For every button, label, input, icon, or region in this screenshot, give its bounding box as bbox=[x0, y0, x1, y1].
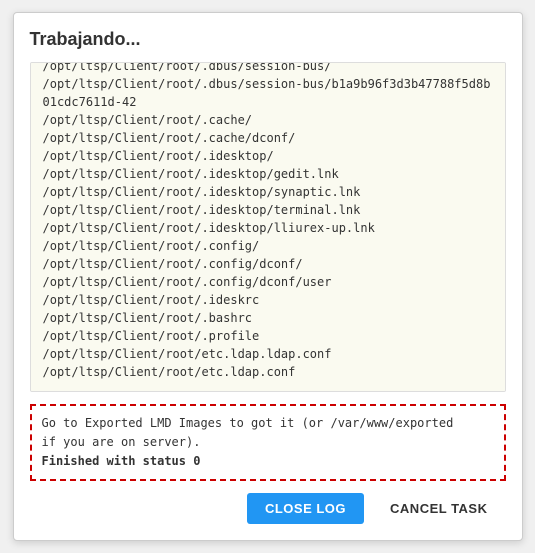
dialog-title: Trabajando... bbox=[30, 29, 506, 50]
log-line: /opt/ltsp/Client/root/etc.ldap.conf bbox=[43, 363, 493, 381]
log-line: /opt/ltsp/Client/root/.bashrc bbox=[43, 309, 493, 327]
log-line: /opt/ltsp/Client/root/.idesktop/lliurex-… bbox=[43, 219, 493, 237]
log-line: /opt/ltsp/Client/root/.ideskrc bbox=[43, 291, 493, 309]
log-line: /opt/ltsp/Client/root/.dbus/session-bus/ bbox=[43, 62, 493, 75]
log-line: /opt/ltsp/Client/root/.config/dconf/ bbox=[43, 255, 493, 273]
log-line: /opt/ltsp/Client/root/.cache/dconf/ bbox=[43, 129, 493, 147]
log-line: /opt/ltsp/Client/root/.config/ bbox=[43, 237, 493, 255]
cancel-task-button[interactable]: CANCEL TASK bbox=[372, 493, 505, 524]
log-line: /opt/ltsp/Client/root/.config/dconf/user bbox=[43, 273, 493, 291]
status-line-1: Go to Exported LMD Images to got it (or … bbox=[42, 414, 494, 433]
working-dialog: Trabajando... /opt/ltsp/Client/proc//opt… bbox=[13, 12, 523, 542]
log-line: /opt/ltsp/Client/root/.idesktop/ bbox=[43, 147, 493, 165]
log-line: /opt/ltsp/Client/root/.profile bbox=[43, 327, 493, 345]
log-line: /opt/ltsp/Client/root/etc.ldap.ldap.conf bbox=[43, 345, 493, 363]
status-line-3: Finished with status 0 bbox=[42, 452, 494, 471]
status-line-2: if you are on server). bbox=[42, 433, 494, 452]
log-line: /opt/ltsp/Client/root/.idesktop/synaptic… bbox=[43, 183, 493, 201]
close-log-button[interactable]: CLOSE LOG bbox=[247, 493, 364, 524]
log-line: /opt/ltsp/Client/root/.dbus/session-bus/… bbox=[43, 75, 493, 111]
log-area[interactable]: /opt/ltsp/Client/proc//opt/ltsp/Client/r… bbox=[30, 62, 506, 392]
status-box: Go to Exported LMD Images to got it (or … bbox=[30, 404, 506, 482]
log-line: /opt/ltsp/Client/root/.idesktop/terminal… bbox=[43, 201, 493, 219]
log-line: /opt/ltsp/Client/root/.cache/ bbox=[43, 111, 493, 129]
dialog-footer: CLOSE LOG CANCEL TASK bbox=[30, 493, 506, 524]
log-line: /opt/ltsp/Client/root/.idesktop/gedit.ln… bbox=[43, 165, 493, 183]
